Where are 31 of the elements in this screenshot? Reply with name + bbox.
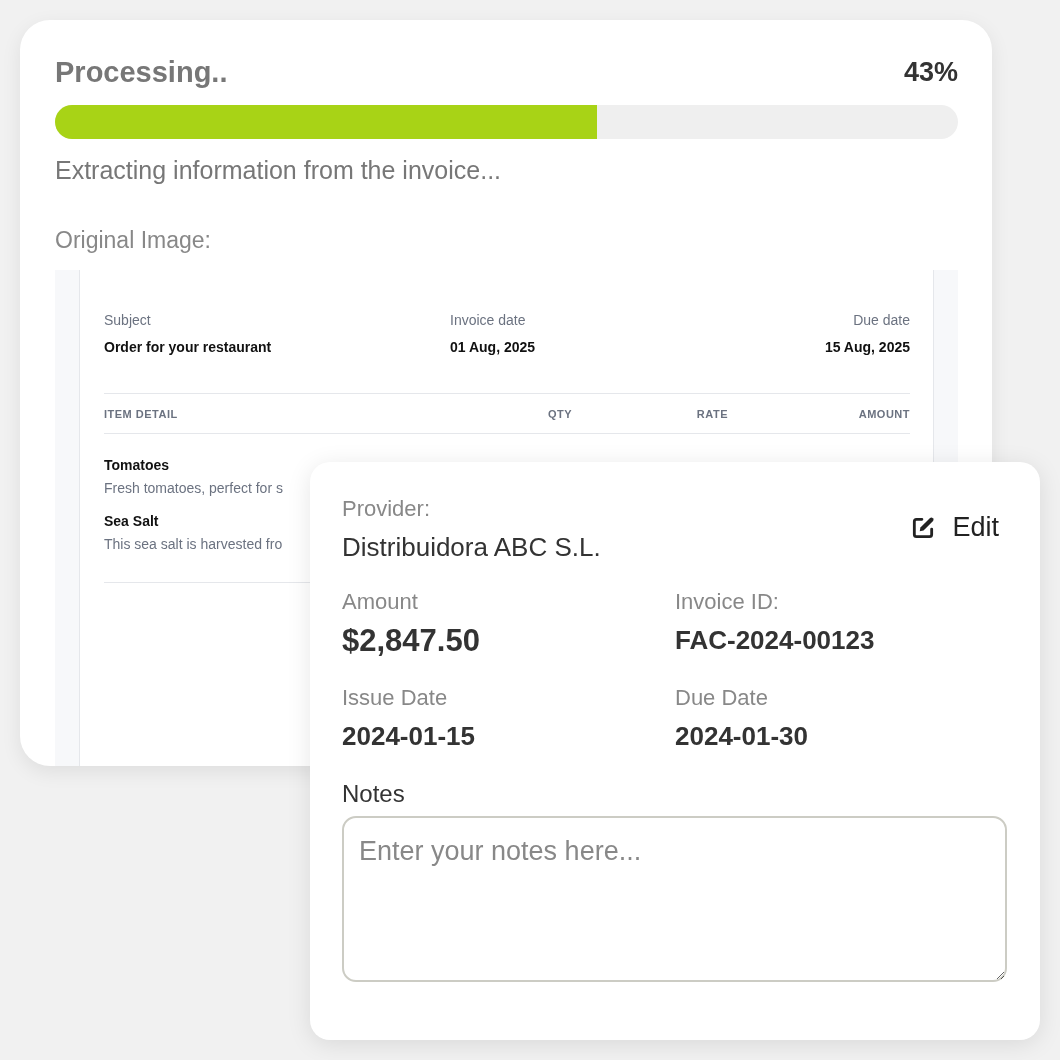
edit-button[interactable]: Edit	[902, 508, 1007, 547]
field-value: $2,847.50	[342, 623, 481, 659]
item-name: Tomatoes	[104, 457, 170, 473]
field-label: Due Date	[675, 685, 769, 711]
field-value: 2024-01-15	[342, 721, 476, 752]
field-label: Subject	[104, 312, 152, 328]
section-label: Original Image:	[55, 227, 212, 254]
notes-field[interactable]: Enter your notes here...	[342, 816, 1007, 982]
field-value: FAC-2024-00123	[675, 625, 876, 656]
field-label: Provider:	[342, 496, 432, 522]
column-header: RATE	[695, 408, 728, 420]
field-value: 2024-01-30	[675, 721, 809, 752]
field-label: Invoice ID:	[675, 589, 780, 615]
field-label: Due date	[852, 312, 910, 328]
column-header: AMOUNT	[857, 408, 910, 420]
field-value: 15 Aug, 2025	[824, 339, 910, 355]
field-label: Invoice date	[450, 312, 527, 328]
column-header: ITEM DETAIL	[104, 408, 179, 420]
item-description: Fresh tomatoes, perfect for s	[104, 480, 283, 496]
item-name: Sea Salt	[104, 513, 159, 529]
item-description: This sea salt is harvested fro	[104, 536, 283, 552]
field-label: Amount	[342, 589, 419, 615]
field-value: Order for your restaurant	[104, 339, 273, 355]
status-text: Extracting information from the invoice...	[55, 156, 503, 185]
field-value: 01 Aug, 2025	[450, 339, 537, 355]
progress-percent: 43%	[903, 57, 958, 88]
field-value: Distribuidora ABC S.L.	[342, 532, 601, 563]
progress-title: Processing..	[55, 56, 228, 89]
notes-label: Notes	[342, 780, 406, 808]
column-header: QTY	[546, 408, 572, 420]
field-label: Issue Date	[342, 685, 449, 711]
